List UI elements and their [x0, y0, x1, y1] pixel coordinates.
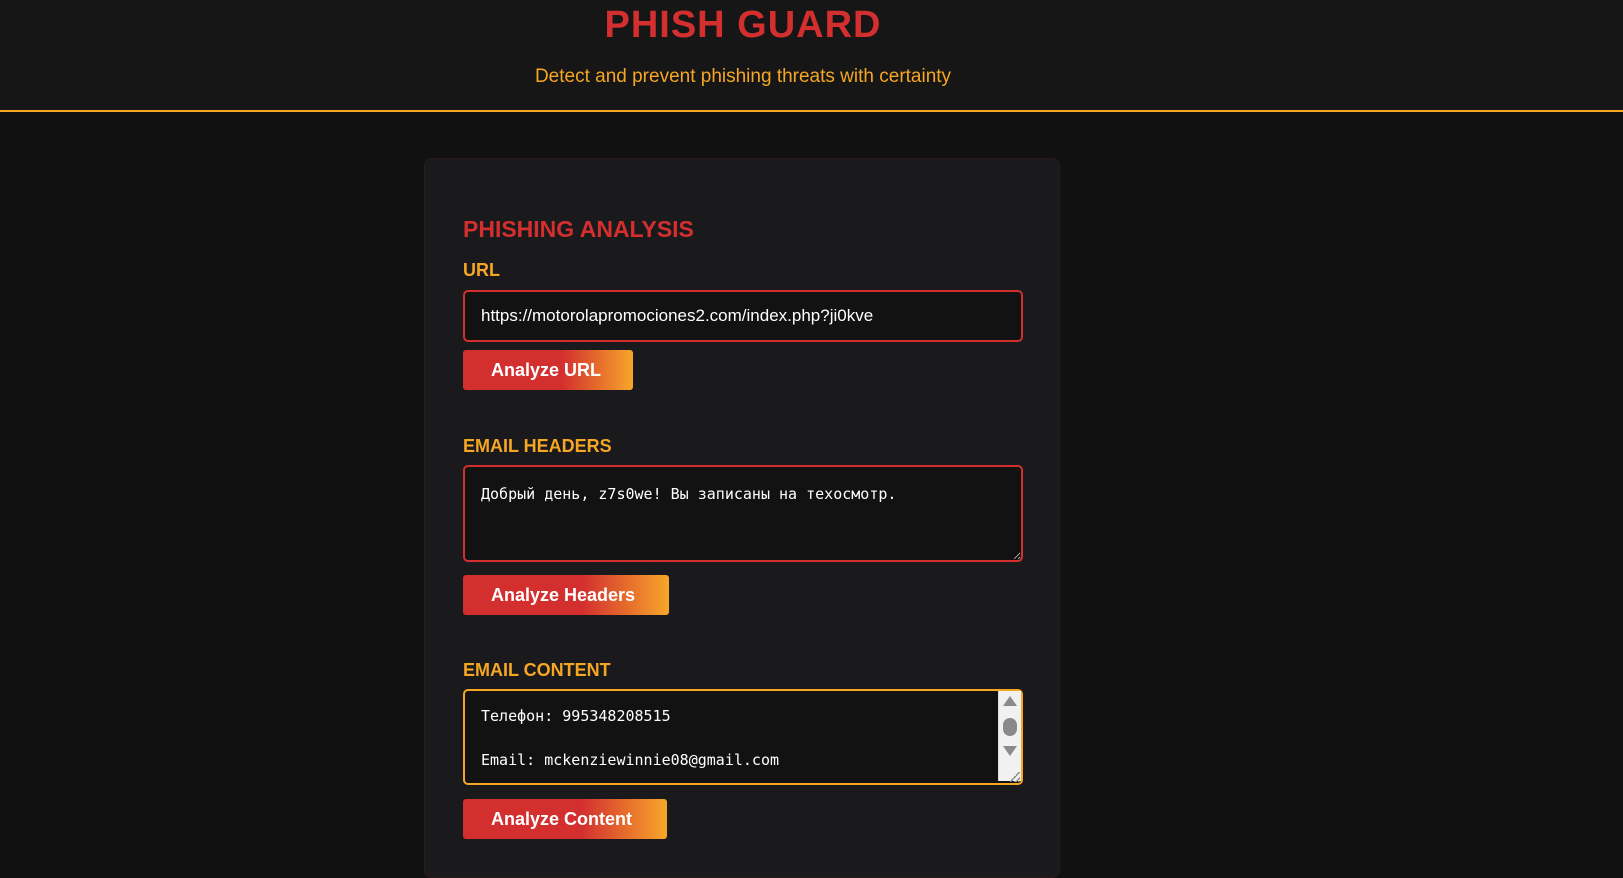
email-content-label: EMAIL CONTENT	[463, 660, 611, 680]
site-header: PHISH GUARD Detect and prevent phishing …	[0, 0, 1623, 112]
triangle-down-icon[interactable]	[1003, 746, 1017, 756]
site-tagline: Detect and prevent phishing threats with…	[534, 66, 952, 87]
email-content-scrollbar[interactable]	[998, 691, 1021, 781]
email-headers-label: EMAIL HEADERS	[463, 436, 612, 456]
analysis-card: PHISHING ANALYSIS URL Analyze URL EMAIL …	[424, 158, 1060, 878]
url-label: URL	[463, 260, 500, 280]
section-title: PHISHING ANALYSIS	[463, 216, 694, 242]
analyze-headers-button[interactable]: Analyze Headers	[463, 575, 669, 615]
email-content-textarea[interactable]: Телефон: 995348208515 Email: mckenziewin…	[463, 689, 1023, 785]
url-input[interactable]	[463, 290, 1023, 342]
resize-grip-icon[interactable]	[1010, 772, 1020, 782]
analyze-content-button[interactable]: Analyze Content	[463, 799, 667, 839]
site-title: PHISH GUARD	[604, 4, 882, 46]
triangle-up-icon[interactable]	[1003, 696, 1017, 706]
scroll-thumb[interactable]	[1003, 718, 1017, 736]
analyze-url-button[interactable]: Analyze URL	[463, 350, 633, 390]
email-content-wrapper: Телефон: 995348208515 Email: mckenziewin…	[463, 689, 1023, 785]
email-headers-textarea[interactable]: Добрый день, z7s0we! Вы записаны на техо…	[463, 465, 1023, 562]
